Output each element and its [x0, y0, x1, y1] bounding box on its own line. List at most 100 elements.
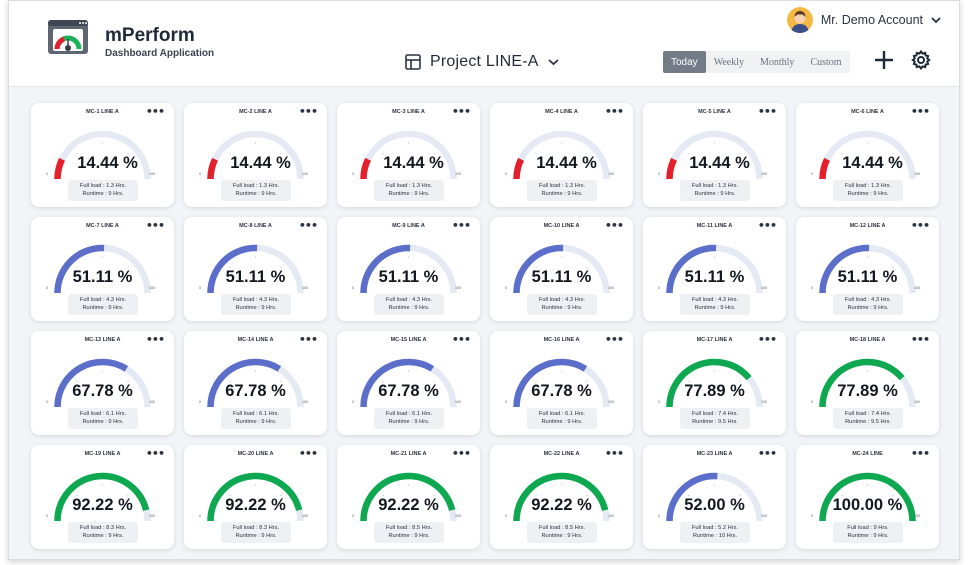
gauge-tick — [867, 256, 868, 258]
machine-card[interactable]: MC-15 LINE A ••• 0 100 67.78 % Full load : 6.… — [337, 331, 480, 435]
gauge-tick — [255, 256, 256, 258]
load-info: Full load : 6.1 Hrs. Runtime : 9 Hrs. — [221, 408, 291, 429]
machine-card[interactable]: MC-10 LINE A ••• 0 100 51.11 % Full load : 4.… — [490, 217, 633, 321]
gauge-tick — [102, 142, 103, 144]
gauge-tick — [867, 370, 868, 372]
machine-card[interactable]: MC-23 LINE A ••• 0 100 52.00 % Full load : 5.… — [643, 445, 786, 549]
machine-card[interactable]: MC-3 LINE A ••• 0 100 14.44 % Full load : 1.3… — [337, 103, 480, 207]
tab-monthly[interactable]: Monthly — [752, 51, 802, 73]
gear-icon[interactable] — [911, 50, 931, 70]
load-info: Full load : 1.3 Hrs. Runtime : 9 Hrs. — [68, 180, 138, 201]
load-info: Full load : 1.3 Hrs. Runtime : 9 Hrs. — [221, 180, 291, 201]
utilization-percent: 14.44 % — [230, 154, 291, 172]
app-subtitle: Dashboard Application — [105, 48, 215, 59]
gauge-tick — [714, 484, 715, 486]
project-selector[interactable]: Project LINE-A — [405, 49, 559, 75]
full-load-text: Full load : 1.3 Hrs. — [232, 183, 280, 189]
chevron-down-icon — [548, 59, 559, 66]
machine-card[interactable]: MC-4 LINE A ••• 0 100 14.44 % Full load : 1.3… — [490, 103, 633, 207]
gauge-tick — [714, 370, 715, 372]
runtime-text: Runtime : 9 Hrs. — [847, 532, 889, 539]
app-header: mPerform Dashboard Application Mr. Demo … — [9, 1, 959, 87]
machine-card[interactable]: MC-21 LINE A ••• 0 100 92.22 % Full load : 8.… — [337, 445, 480, 549]
avatar-icon — [786, 7, 813, 33]
machine-card[interactable]: MC-1 LINE A ••• 0 100 14.44 % Full load : 1.3… — [31, 103, 174, 207]
load-info: Full load : 8.3 Hrs. Runtime : 9 Hrs. — [221, 522, 291, 543]
machine-card[interactable]: MC-11 LINE A ••• 0 100 51.11 % Full load : 4.… — [643, 217, 786, 321]
utilization-percent: 92.22 % — [531, 496, 592, 514]
runtime-text: Runtime : 9 Hrs. — [235, 190, 277, 197]
machine-card[interactable]: MC-13 LINE A ••• 0 100 67.78 % Full load : 6.… — [31, 331, 174, 435]
full-load-text: Full load : 8.3 Hrs. — [79, 525, 127, 531]
machine-card[interactable]: MC-18 LINE A ••• 0 100 77.89 % Full load : 7.… — [796, 331, 939, 435]
utilization-percent: 14.44 % — [689, 154, 750, 172]
utilization-percent: 51.11 % — [684, 268, 745, 286]
load-info: Full load : 7.4 Hrs. Runtime : 9.5 Hrs. — [833, 408, 903, 429]
machine-card[interactable]: MC-24 LINE ••• 0 100 100.00 % Full load : 9 H… — [796, 445, 939, 549]
runtime-text: Runtime : 9 Hrs. — [82, 304, 124, 311]
add-icon[interactable] — [873, 49, 895, 71]
runtime-text: Runtime : 9 Hrs. — [541, 532, 583, 539]
gauge-tick — [561, 256, 562, 258]
full-load-text: Full load : 4.3 Hrs. — [385, 297, 433, 303]
runtime-text: Runtime : 9 Hrs. — [388, 418, 430, 425]
gauge-tick — [102, 256, 103, 258]
account-menu[interactable]: Mr. Demo Account — [786, 7, 941, 33]
load-info: Full load : 6.1 Hrs. Runtime : 9 Hrs. — [374, 408, 444, 429]
gauge-tick — [408, 484, 409, 486]
full-load-text: Full load : 4.3 Hrs. — [232, 297, 280, 303]
machine-card[interactable]: MC-20 LINE A ••• 0 100 92.22 % Full load : 8.… — [184, 445, 327, 549]
machine-card[interactable]: MC-7 LINE A ••• 0 100 51.11 % Full load : 4.3… — [31, 217, 174, 321]
gauge-logo-icon — [48, 20, 88, 54]
gauge-tick — [561, 370, 562, 372]
full-load-text: Full load : 7.4 Hrs. — [844, 411, 892, 417]
utilization-percent: 67.78 % — [72, 382, 133, 400]
machine-card[interactable]: MC-12 LINE A ••• 0 100 51.11 % Full load : 4.… — [796, 217, 939, 321]
runtime-text: Runtime : 9 Hrs. — [388, 532, 430, 539]
load-info: Full load : 9 Hrs. Runtime : 9 Hrs. — [833, 522, 903, 543]
app-name: mPerform — [105, 25, 195, 46]
load-info: Full load : 4.3 Hrs. Runtime : 9 Hrs. — [68, 294, 138, 315]
machine-card[interactable]: MC-8 LINE A ••• 0 100 51.11 % Full load : 4.3… — [184, 217, 327, 321]
machine-card[interactable]: MC-22 LINE A ••• 0 100 92.22 % Full load : 8.… — [490, 445, 633, 549]
utilization-percent: 51.11 % — [72, 268, 133, 286]
tab-today[interactable]: Today — [663, 51, 706, 73]
load-info: Full load : 7.4 Hrs. Runtime : 9.5 Hrs. — [680, 408, 750, 429]
full-load-text: Full load : 4.3 Hrs. — [538, 297, 586, 303]
runtime-text: Runtime : 9 Hrs. — [235, 532, 277, 539]
runtime-text: Runtime : 9 Hrs. — [694, 304, 736, 311]
full-load-text: Full load : 1.3 Hrs. — [79, 183, 127, 189]
runtime-text: Runtime : 9 Hrs. — [235, 304, 277, 311]
tab-weekly[interactable]: Weekly — [706, 51, 752, 73]
tab-custom[interactable]: Custom — [802, 51, 849, 73]
gauge-tick — [714, 256, 715, 258]
load-info: Full load : 1.3 Hrs. Runtime : 9 Hrs. — [374, 180, 444, 201]
machine-card[interactable]: MC-5 LINE A ••• 0 100 14.44 % Full load : 1.3… — [643, 103, 786, 207]
full-load-text: Full load : 6.1 Hrs. — [79, 411, 127, 417]
load-info: Full load : 6.1 Hrs. Runtime : 9 Hrs. — [68, 408, 138, 429]
full-load-text: Full load : 7.4 Hrs. — [691, 411, 739, 417]
runtime-text: Runtime : 9 Hrs. — [82, 190, 124, 197]
gauge-tick — [561, 142, 562, 144]
machine-card[interactable]: MC-6 LINE A ••• 0 100 14.44 % Full load : 1.3… — [796, 103, 939, 207]
machine-card[interactable]: MC-14 LINE A ••• 0 100 67.78 % Full load : 6.… — [184, 331, 327, 435]
load-info: Full load : 4.3 Hrs. Runtime : 9 Hrs. — [527, 294, 597, 315]
gauge-tick — [255, 370, 256, 372]
full-load-text: Full load : 1.3 Hrs. — [538, 183, 586, 189]
machine-card[interactable]: MC-2 LINE A ••• 0 100 14.44 % Full load : 1.3… — [184, 103, 327, 207]
machine-card[interactable]: MC-17 LINE A ••• 0 100 77.89 % Full load : 7.… — [643, 331, 786, 435]
machine-card[interactable]: MC-19 LINE A ••• 0 100 92.22 % Full load : 8.… — [31, 445, 174, 549]
utilization-percent: 51.11 % — [531, 268, 592, 286]
runtime-text: Runtime : 10 Hrs. — [692, 532, 738, 539]
load-info: Full load : 5.2 Hrs. Runtime : 10 Hrs. — [680, 522, 750, 543]
full-load-text: Full load : 8.5 Hrs. — [385, 525, 433, 531]
runtime-text: Runtime : 9 Hrs. — [847, 190, 889, 197]
utilization-percent: 14.44 % — [383, 154, 444, 172]
machine-card[interactable]: MC-16 LINE A ••• 0 100 67.78 % Full load : 6.… — [490, 331, 633, 435]
layout-icon — [405, 54, 421, 70]
account-name: Mr. Demo Account — [820, 13, 923, 27]
gauge-tick — [408, 142, 409, 144]
load-info: Full load : 6.1 Hrs. Runtime : 9 Hrs. — [527, 408, 597, 429]
gauge-tick — [867, 142, 868, 144]
machine-card[interactable]: MC-9 LINE A ••• 0 100 51.11 % Full load : 4.3… — [337, 217, 480, 321]
